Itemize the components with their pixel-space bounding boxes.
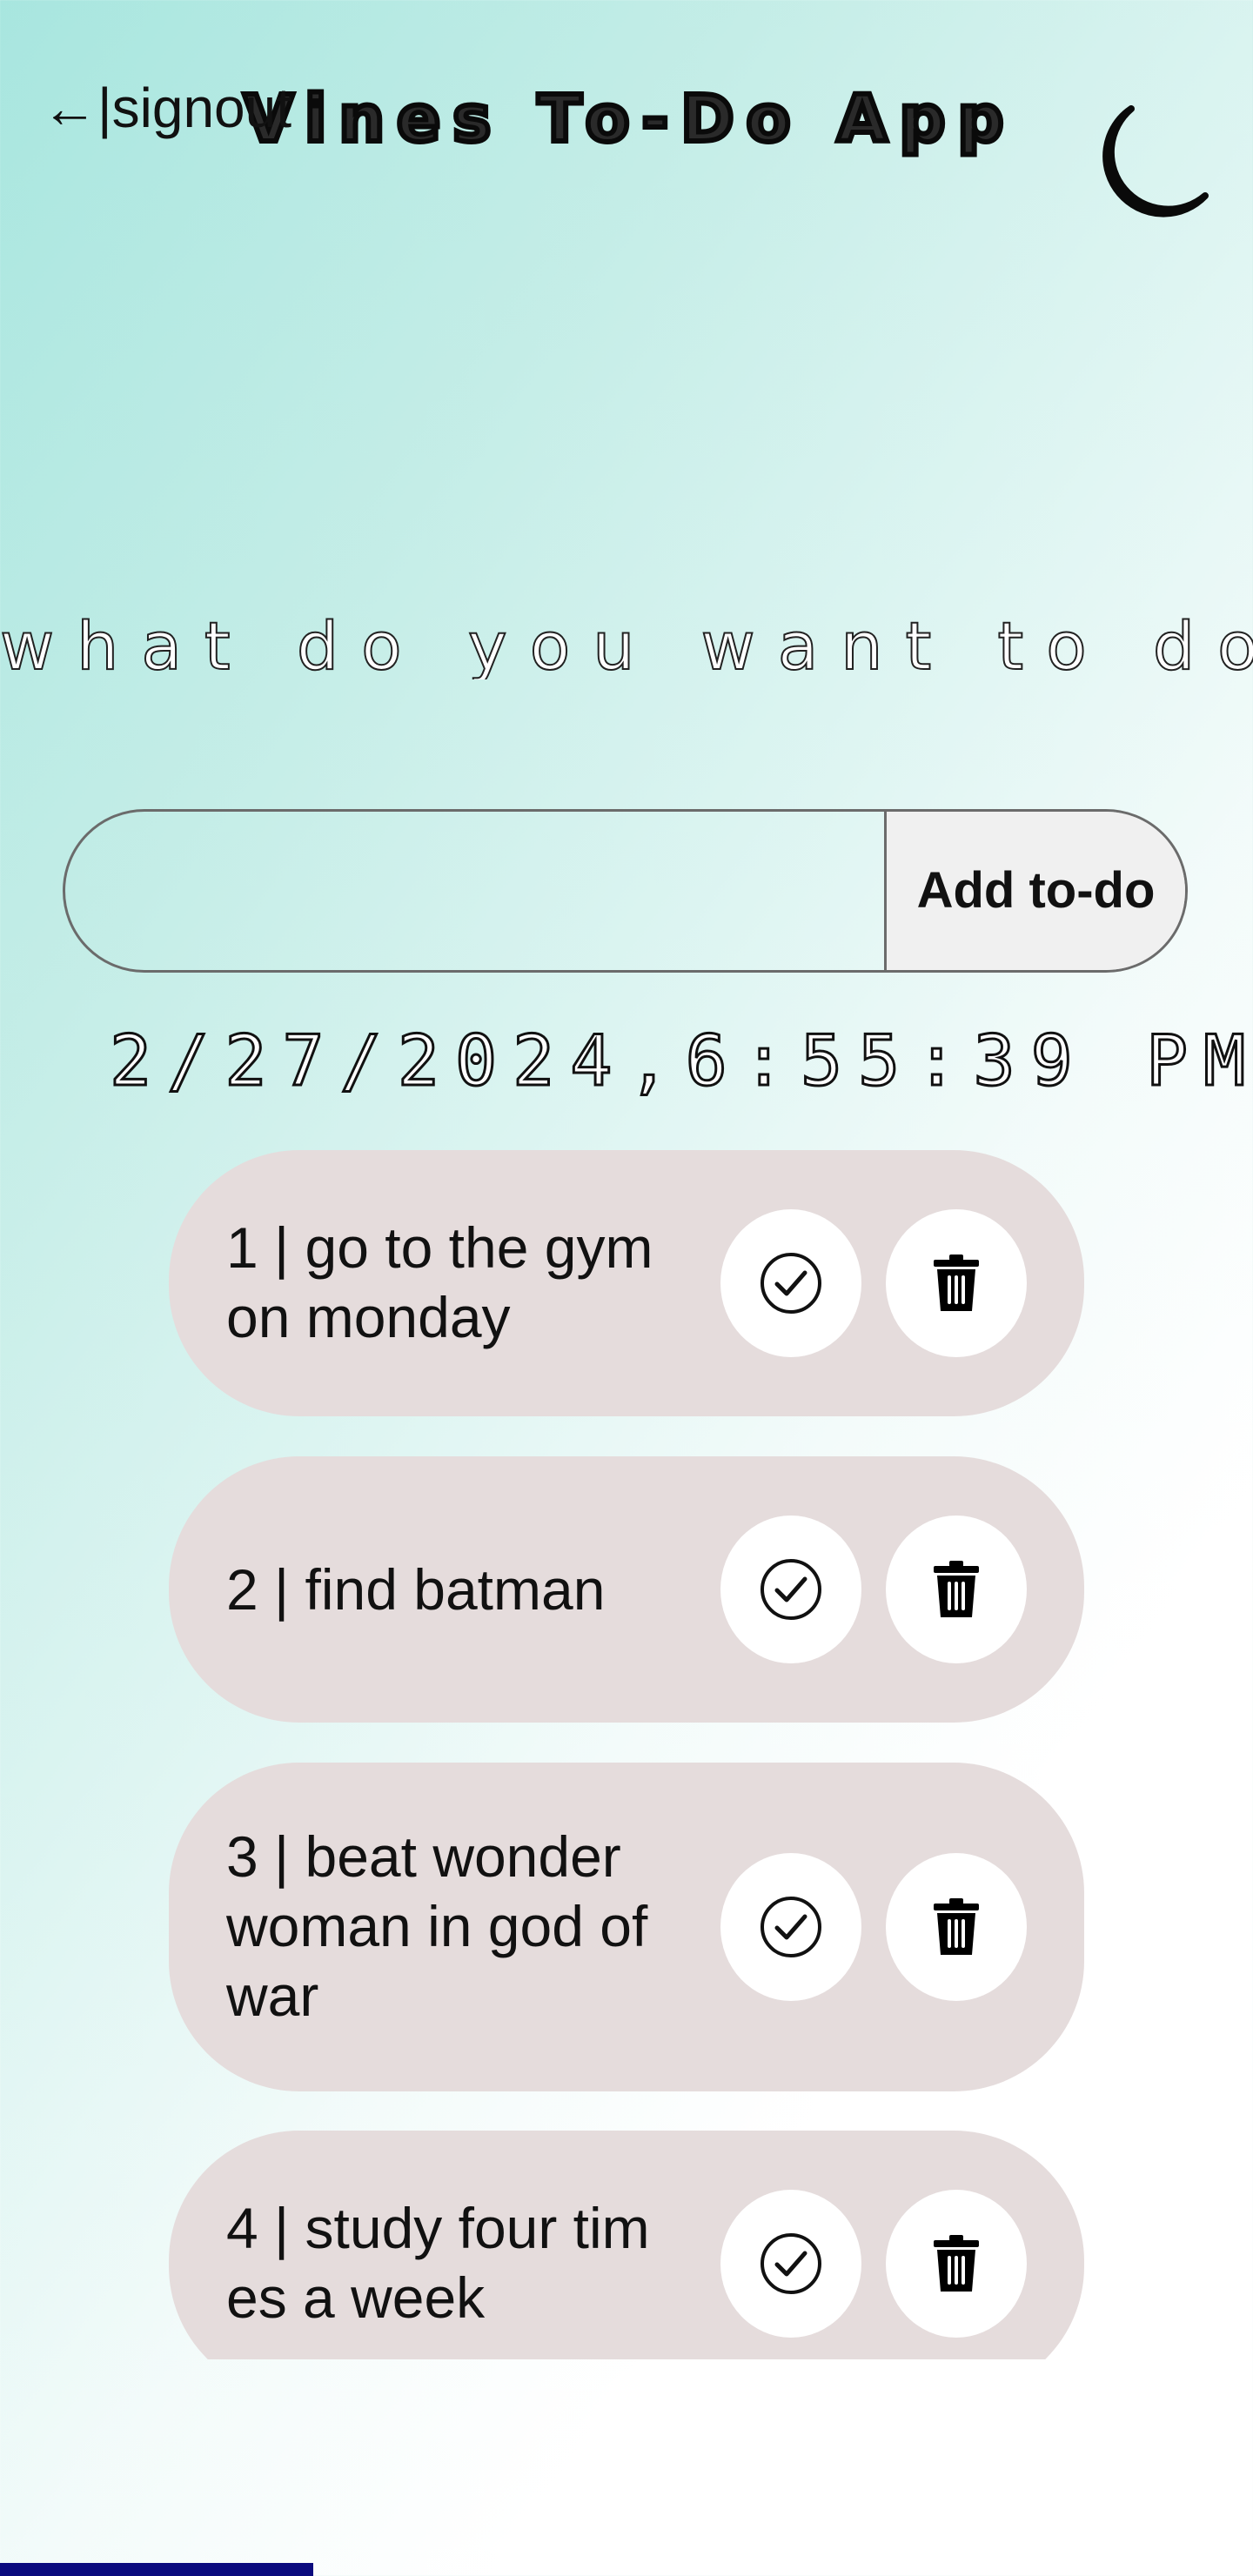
trash-icon [934, 1561, 979, 1617]
todo-text: 2 | find batman [226, 1557, 606, 1622]
delete-button[interactable] [886, 2190, 1027, 2338]
horizontal-scrollbar-thumb[interactable] [0, 2563, 313, 2576]
moon-icon [1102, 105, 1209, 217]
todo-text: 3 | beat wonder woman in god of war [226, 1824, 648, 2028]
prompt-heading: what do you want to do today? [0, 613, 1253, 679]
delete-button[interactable] [886, 1853, 1027, 2001]
complete-button[interactable] [720, 1853, 861, 2001]
delete-button[interactable] [886, 1515, 1027, 1663]
check-circle-icon [761, 1897, 821, 1957]
check-circle-icon [761, 1253, 821, 1314]
add-todo-form: Add to-do [63, 809, 1188, 973]
add-todo-button[interactable]: Add to-do [884, 812, 1185, 970]
todo-input[interactable] [65, 812, 884, 970]
complete-button[interactable] [720, 1209, 861, 1357]
todo-item: 1 | go to the gym on monday [169, 1150, 1084, 1416]
trash-icon [934, 2235, 979, 2292]
current-datetime: 2/27/2024,6:55:39 PM [108, 1020, 1253, 1101]
delete-button[interactable] [886, 1209, 1027, 1357]
todo-text: 4 | study four times a week [226, 2196, 650, 2330]
check-circle-icon [761, 1559, 821, 1620]
todo-item: 2 | find batman [169, 1456, 1084, 1723]
trash-icon [934, 1255, 979, 1311]
complete-button[interactable] [720, 2190, 861, 2338]
app-title: Vines To-Do App [241, 82, 1016, 157]
complete-button[interactable] [720, 1515, 861, 1663]
theme-toggle-button[interactable] [1092, 100, 1214, 226]
todo-list: 1 | go to the gym on monday 2 | find bat… [169, 1150, 1084, 2359]
trash-icon [934, 1898, 979, 1955]
signout-link[interactable]: ←|signout [42, 80, 291, 136]
todo-item: 3 | beat wonder woman in god of war [169, 1763, 1084, 2091]
todo-item: 4 | study four times a week [169, 2131, 1084, 2359]
todo-text: 1 | go to the gym on monday [226, 1215, 653, 1349]
check-circle-icon [761, 2233, 821, 2294]
